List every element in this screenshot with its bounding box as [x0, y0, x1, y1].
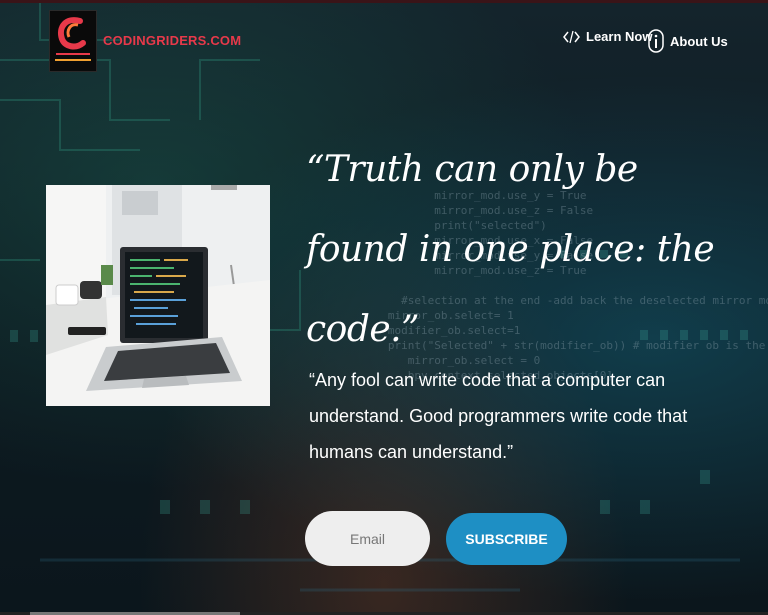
- nav-learn-now-label: Learn Now: [586, 29, 653, 44]
- laptop-photo: [46, 185, 270, 406]
- nav-about-us-label: About Us: [670, 33, 728, 49]
- sub-quote: “Any fool can write code that a computer…: [309, 370, 688, 462]
- top-border: [0, 0, 768, 3]
- nav-learn-now[interactable]: Learn Now: [563, 29, 652, 44]
- logo-graphic: [55, 17, 91, 61]
- subscribe-button[interactable]: SUBSCRIBE: [446, 513, 567, 565]
- site-name[interactable]: CODINGRIDERS.COM: [103, 33, 241, 48]
- main-quote: “Truth can only be found in one place: t…: [306, 149, 715, 350]
- info-icon: [648, 29, 664, 53]
- nav-about-us[interactable]: About Us: [648, 29, 728, 53]
- email-input[interactable]: [305, 511, 430, 566]
- site-logo[interactable]: [49, 10, 97, 72]
- code-icon: [563, 30, 580, 44]
